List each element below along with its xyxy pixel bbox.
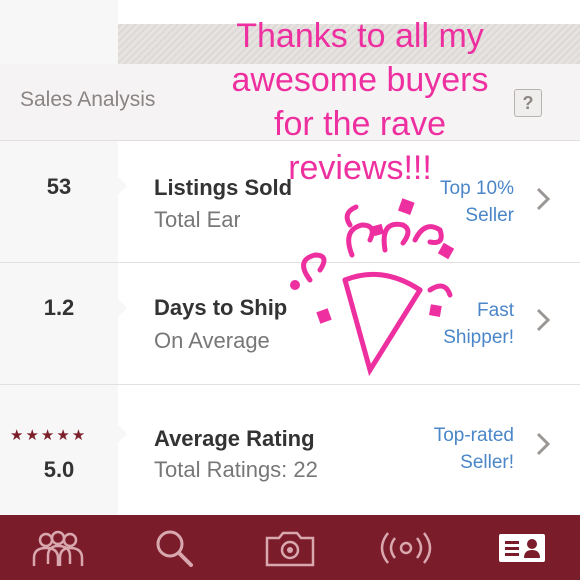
- profile-card-icon: [499, 533, 545, 562]
- rating-stars: ★★★★★: [10, 427, 88, 444]
- overlay-line: for the rave: [274, 105, 446, 143]
- chevron-right-icon[interactable]: [533, 184, 553, 214]
- broadcast-icon: [380, 531, 432, 564]
- stat-value: 1.2: [43, 295, 75, 320]
- app-screen: Sales Analysis ? 53 Listings Sold Total …: [0, 0, 580, 580]
- tab-my-account[interactable]: [464, 515, 580, 580]
- overlay-line: Thanks to all my: [236, 17, 484, 55]
- stat-title: Average Rating: [154, 426, 315, 451]
- stat-value: 53: [46, 174, 72, 199]
- row-notch: [118, 425, 127, 443]
- search-icon: [156, 530, 193, 567]
- bottom-tab-bar: [0, 515, 580, 580]
- party-popper-icon: [290, 198, 455, 377]
- stat-badge: Top-rated Seller!: [434, 422, 514, 476]
- chevron-right-icon[interactable]: [533, 305, 553, 335]
- row-notch: [118, 299, 127, 317]
- stat-value: 5.0: [43, 457, 75, 482]
- section-title: Sales Analysis: [20, 88, 156, 111]
- stat-subtitle: Total Ratings: 22: [154, 457, 318, 482]
- badge-line: Seller!: [460, 452, 514, 473]
- camera-icon: [265, 531, 315, 566]
- tab-people[interactable]: [0, 515, 116, 580]
- row-notch: [118, 177, 127, 195]
- tab-camera[interactable]: [232, 515, 348, 580]
- tab-news[interactable]: [348, 515, 464, 580]
- stat-subtitle: On Average: [154, 328, 270, 353]
- overlay-message: Thanks to all my awesome buyers for the …: [200, 14, 520, 190]
- chevron-right-icon[interactable]: [533, 429, 553, 459]
- overlay-line: awesome buyers: [231, 61, 489, 99]
- badge-line: Top-rated: [433, 425, 514, 446]
- people-icon: [32, 530, 84, 566]
- stat-title: Days to Ship: [154, 295, 288, 320]
- stat-row-average-rating[interactable]: 5.0 Average Rating Total Ratings: 22 Top…: [0, 385, 580, 506]
- overlay-line: reviews!!!: [288, 149, 432, 187]
- tab-search[interactable]: [116, 515, 232, 580]
- stat-subtitle: Total Earn: [154, 207, 254, 232]
